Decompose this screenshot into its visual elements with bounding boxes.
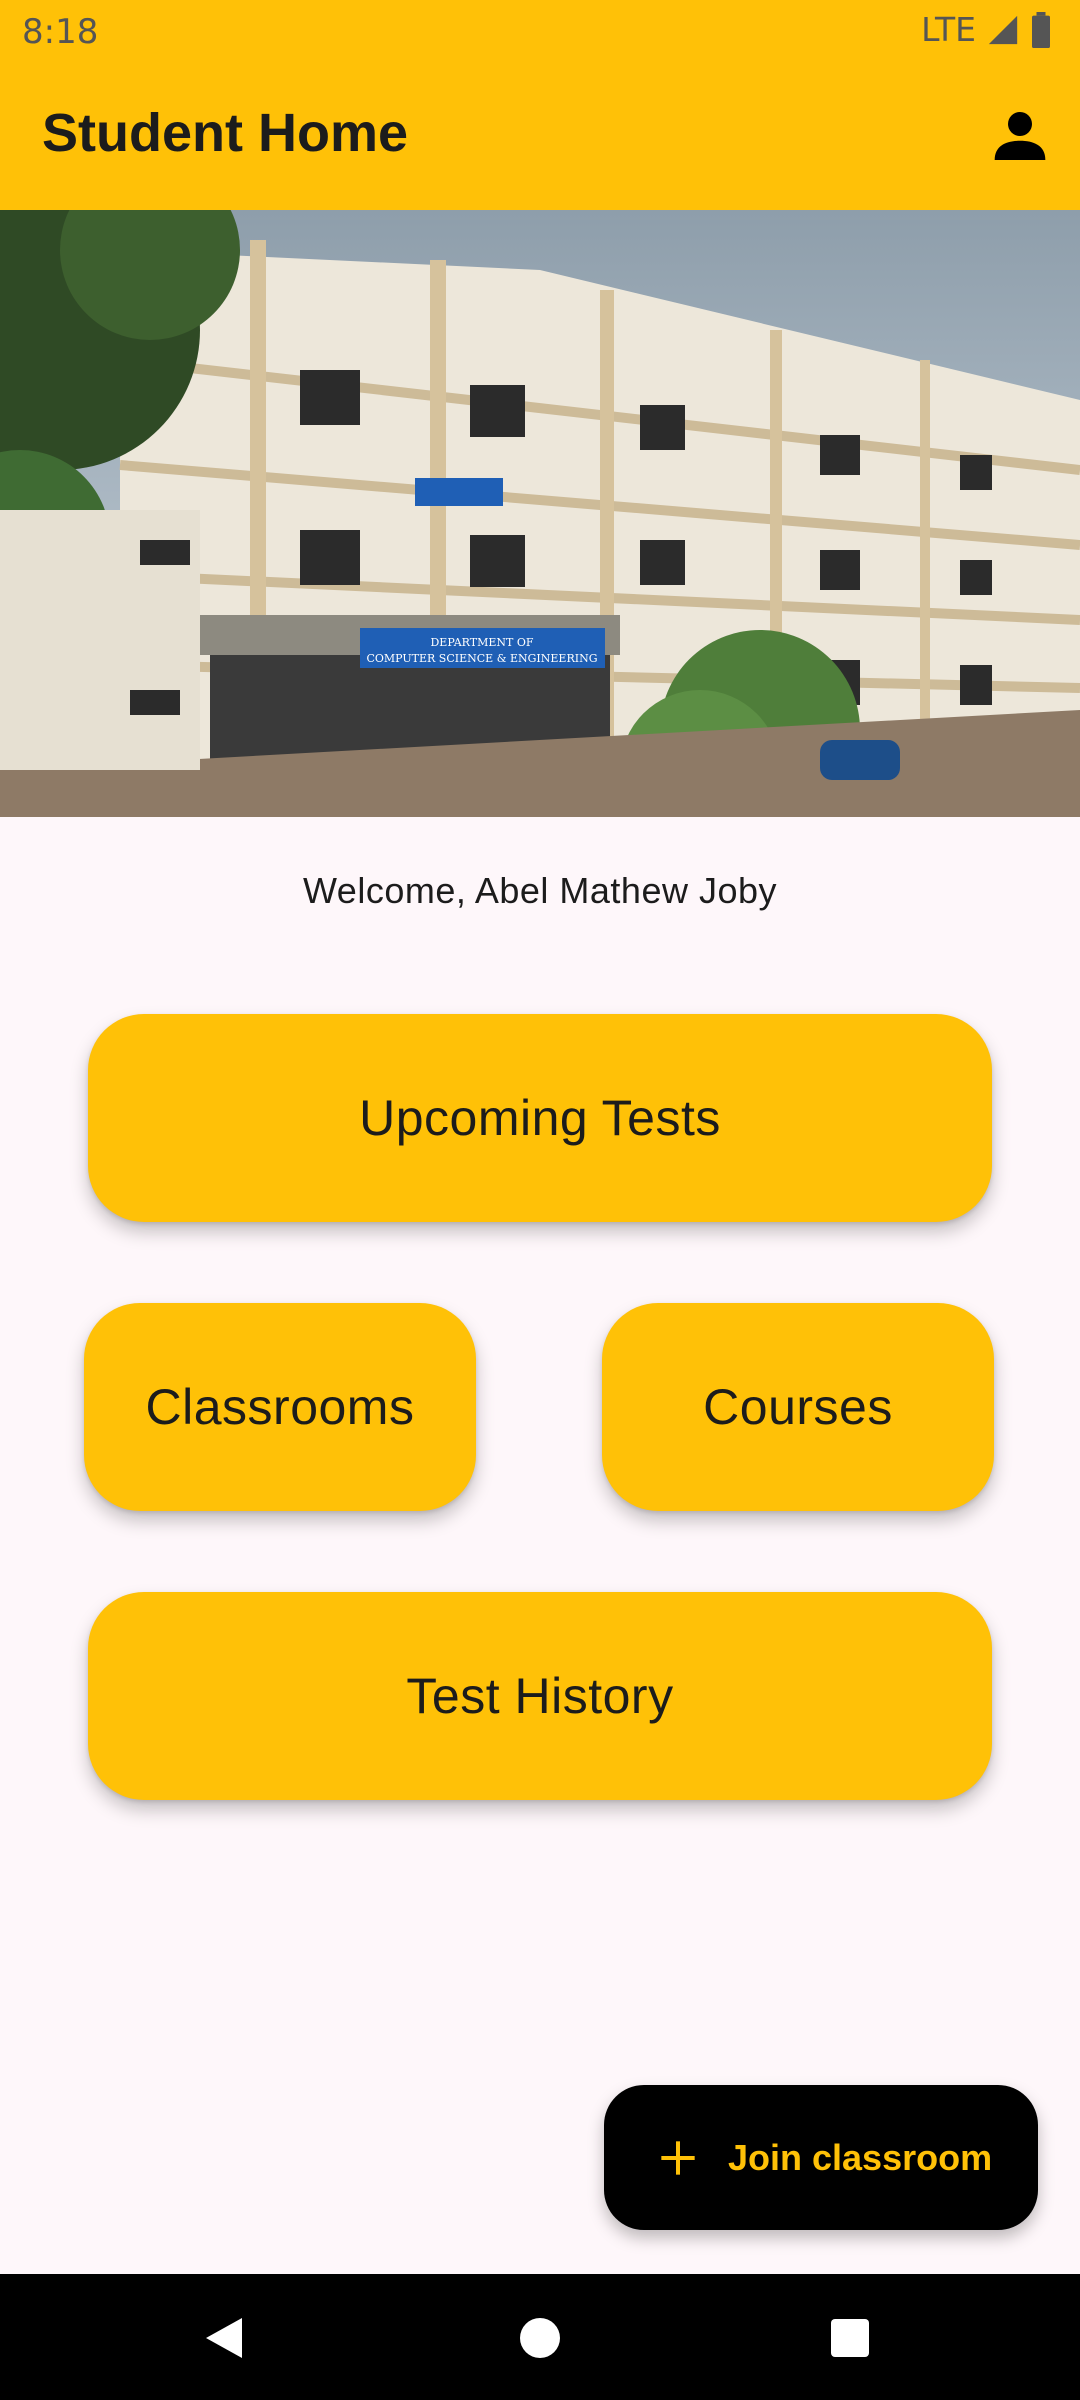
system-nav-bar (0, 2274, 1080, 2400)
battery-icon (1030, 11, 1052, 48)
welcome-message: Welcome, Abel Mathew Joby (302, 870, 778, 911)
upcoming-tests-button[interactable]: Upcoming Tests (88, 1014, 992, 1222)
join-classroom-button[interactable]: Join classroom (604, 2085, 1038, 2230)
campus-building-image: DEPARTMENT OF COMPUTER SCIENCE & ENGINEE… (0, 210, 1080, 817)
status-icons: LTE (921, 10, 1052, 49)
classrooms-button[interactable]: Classrooms (84, 1303, 476, 1511)
back-icon[interactable] (200, 2314, 248, 2362)
status-time: 8:18 (22, 12, 99, 52)
join-classroom-label: Join classroom (728, 2136, 993, 2178)
app-bar: Student Home (0, 64, 1080, 210)
svg-text:DEPARTMENT OF: DEPARTMENT OF (430, 636, 533, 649)
courses-button[interactable]: Courses (602, 1303, 994, 1511)
recents-icon[interactable] (826, 2314, 874, 2362)
profile-button[interactable] (982, 100, 1058, 176)
home-icon[interactable] (516, 2314, 564, 2362)
network-type: LTE (921, 10, 976, 49)
signal-icon (986, 13, 1020, 47)
status-bar: 8:18 LTE (0, 0, 1080, 64)
page-title: Student Home (42, 103, 409, 163)
svg-text:COMPUTER SCIENCE & ENGINEERING: COMPUTER SCIENCE & ENGINEERING (366, 652, 597, 665)
plus-icon (656, 2136, 700, 2180)
person-icon (988, 104, 1052, 173)
test-history-button[interactable]: Test History (88, 1592, 992, 1800)
